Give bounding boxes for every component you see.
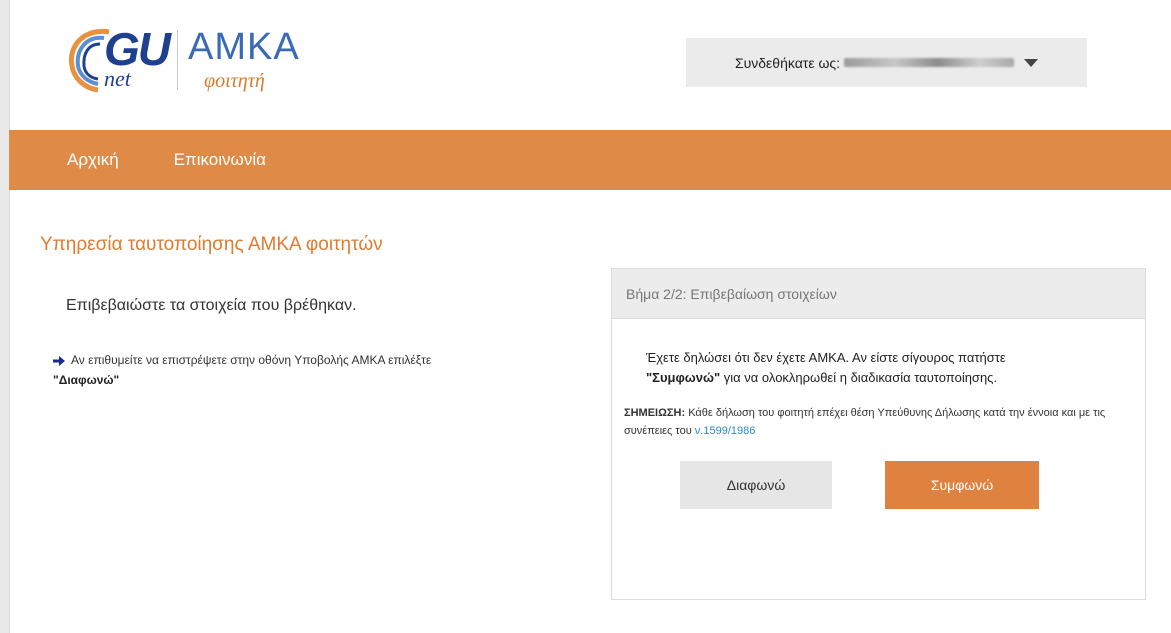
- agree-button[interactable]: Συμφωνώ: [885, 461, 1039, 509]
- law-link[interactable]: ν.1599/1986: [695, 425, 756, 437]
- panel-message: Έχετε δηλώσει ότι δεν έχετε ΑΜΚΑ. Αν είσ…: [646, 348, 1116, 388]
- panel-heading: Βήμα 2/2: Επιβεβαίωση στοιχείων: [612, 269, 1145, 319]
- user-menu-button[interactable]: Συνδεθήκατε ως:: [686, 38, 1087, 87]
- confirmation-panel: Βήμα 2/2: Επιβεβαίωση στοιχείων Έχετε δη…: [611, 268, 1146, 600]
- panel-message-line2: για να ολοκληρωθεί η διαδικασία ταυτοποί…: [723, 370, 998, 385]
- confirm-instruction: Επιβεβαιώστε τα στοιχεία που βρέθηκαν.: [66, 297, 357, 314]
- arrow-right-icon: [53, 355, 65, 366]
- left-border: [0, 0, 10, 633]
- note-label: ΣΗΜΕΙΩΣΗ:: [624, 407, 686, 419]
- back-hint-bold: "Διαφωνώ": [53, 373, 120, 387]
- logo-subtitle: φοιτητή: [204, 70, 265, 92]
- disagree-button[interactable]: Διαφωνώ: [680, 461, 832, 509]
- nav-item-home[interactable]: Αρχική: [67, 150, 119, 170]
- panel-message-bold: "Συμφωνώ": [646, 370, 721, 385]
- nav-item-contact[interactable]: Επικοινωνία: [174, 150, 266, 170]
- user-name-redacted: [844, 58, 1015, 67]
- logo-title: ΑΜΚΑ: [188, 26, 300, 68]
- page-title: Υπηρεσία ταυτοποίησης ΑΜΚΑ φοιτητών: [40, 234, 383, 255]
- logo-brand-sub: net: [104, 66, 131, 91]
- back-hint-text: Αν επιθυμείτε να επιστρέψετε στην οθόνη …: [71, 353, 432, 367]
- logo-divider: [177, 30, 178, 90]
- main-nav: Αρχική Επικοινωνία: [9, 130, 1171, 190]
- legal-note: ΣΗΜΕΙΩΣΗ: Κάθε δήλωση του φοιτητή επέχει…: [624, 404, 1134, 440]
- back-hint: Αν επιθυμείτε να επιστρέψετε στην οθόνη …: [53, 350, 573, 390]
- logo[interactable]: GU net ΑΜΚΑ φοιτητή: [64, 22, 304, 102]
- user-prefix-label: Συνδεθήκατε ως:: [734, 54, 841, 71]
- caret-down-icon: [1024, 58, 1039, 67]
- panel-message-line1: Έχετε δηλώσει ότι δεν έχετε ΑΜΚΑ. Αν είσ…: [646, 350, 1006, 365]
